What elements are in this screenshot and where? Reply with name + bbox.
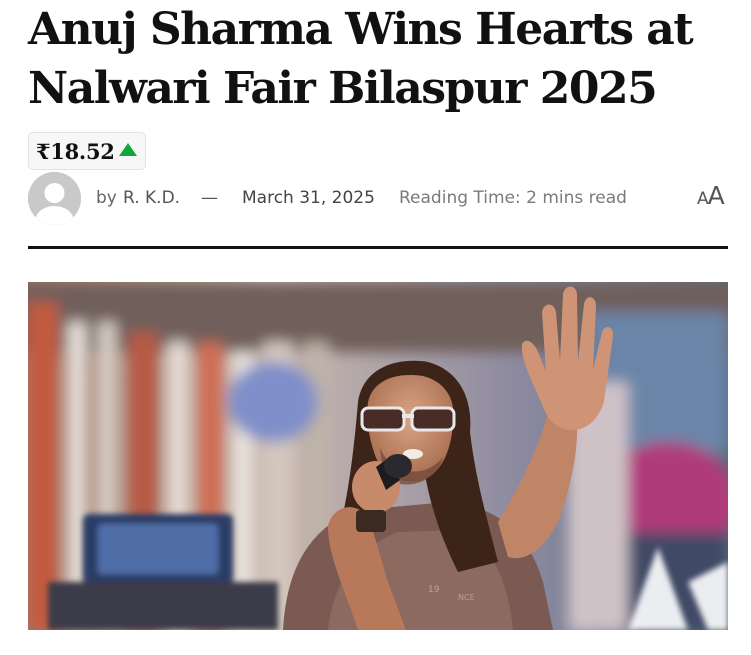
author-link[interactable]: R. K.D. bbox=[123, 186, 180, 210]
stock-price-badge[interactable]: ₹18.52 bbox=[28, 132, 146, 170]
article-title: Anuj Sharma Wins Hearts at Nalwari Fair … bbox=[28, 4, 694, 114]
hero-image: 19 NCE bbox=[28, 282, 728, 630]
header-divider bbox=[28, 246, 728, 249]
stock-price: ₹18.52 bbox=[36, 138, 115, 164]
author-avatar[interactable] bbox=[28, 172, 81, 225]
reading-time: Reading Time: 2 mins read bbox=[399, 188, 627, 208]
triangle-up-icon bbox=[118, 143, 137, 156]
hero-photo-illustration: 19 NCE bbox=[28, 282, 728, 630]
svg-text:NCE: NCE bbox=[458, 593, 475, 602]
publish-date: March 31, 2025 bbox=[242, 188, 375, 208]
font-size-large-label: A bbox=[707, 181, 725, 210]
byline-prefix: by bbox=[96, 188, 117, 208]
font-size-toggle[interactable]: AA bbox=[697, 180, 725, 215]
font-size-small-label: A bbox=[697, 189, 709, 209]
meta-separator: — bbox=[201, 188, 218, 208]
user-avatar-placeholder-icon bbox=[28, 172, 81, 225]
svg-text:19: 19 bbox=[428, 585, 440, 595]
